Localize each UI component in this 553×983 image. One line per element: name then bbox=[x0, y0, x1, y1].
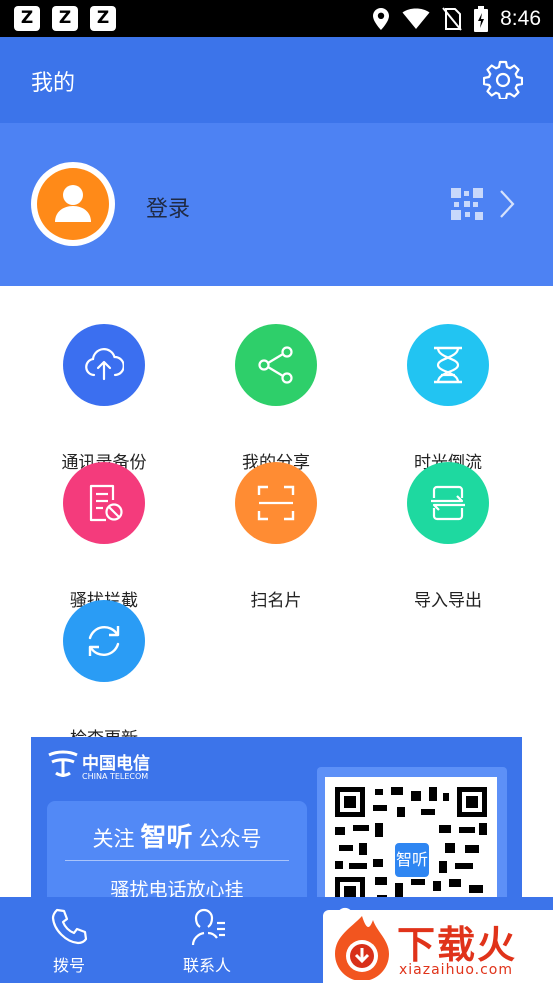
hourglass-icon bbox=[434, 346, 462, 384]
feature-time-rewind[interactable]: 时光倒流 bbox=[362, 324, 534, 473]
flame-logo-icon bbox=[335, 916, 389, 980]
feature-spam-block[interactable]: 骚扰拦截 bbox=[18, 462, 190, 611]
feature-contacts-backup[interactable]: 通讯录备份 bbox=[18, 324, 190, 473]
feature-scan-card[interactable]: 扫名片 bbox=[190, 462, 362, 611]
promo-follow: 关注 bbox=[92, 827, 135, 851]
watermark-text: 下载火 bbox=[397, 923, 518, 967]
promo-text-box: 关注 智听 公众号 骚扰电话放心挂 bbox=[47, 801, 307, 897]
qr-code-icon[interactable] bbox=[451, 188, 483, 220]
phone-icon bbox=[51, 908, 88, 945]
z-notification-icon: Z bbox=[90, 6, 116, 31]
qr-code-frame: 智听 bbox=[317, 767, 507, 897]
z-notification-icon: Z bbox=[52, 6, 78, 31]
avatar[interactable] bbox=[31, 162, 115, 246]
feature-import-export[interactable]: 导入导出 bbox=[362, 462, 534, 611]
clock: 8:46 bbox=[500, 7, 541, 30]
page-title: 我的 bbox=[31, 71, 76, 96]
share-icon bbox=[258, 346, 293, 384]
promo-banner[interactable]: 中国电信 CHINA TELECOM 关注 智听 公众号 骚扰电话放心挂 智听 bbox=[31, 737, 522, 897]
qr-center-logo: 智听 bbox=[393, 841, 431, 879]
location-icon bbox=[373, 8, 390, 30]
z-notification-icon: Z bbox=[14, 6, 40, 31]
nav-label: 联系人 bbox=[182, 956, 231, 975]
gear-icon[interactable] bbox=[483, 59, 523, 99]
promo-headline: 关注 智听 公众号 bbox=[47, 817, 307, 854]
promo-account: 公众号 bbox=[198, 827, 262, 851]
telecom-logo-icon bbox=[48, 750, 78, 777]
feature-icon-circle[interactable] bbox=[407, 462, 489, 544]
feature-label: 扫名片 bbox=[250, 591, 302, 611]
feature-label: 导入导出 bbox=[414, 591, 482, 611]
feature-icon-circle[interactable] bbox=[63, 600, 145, 682]
feature-icon-circle[interactable] bbox=[235, 462, 317, 544]
user-icon bbox=[55, 185, 91, 222]
china-telecom-logo: 中国电信 CHINA TELECOM bbox=[46, 747, 150, 785]
notification-icons: Z Z Z bbox=[14, 6, 116, 31]
promo-subline: 骚扰电话放心挂 bbox=[110, 879, 244, 897]
divider bbox=[65, 860, 289, 861]
brand-en: CHINA TELECOM bbox=[82, 772, 149, 781]
nav-label: 拨号 bbox=[52, 956, 85, 975]
app-bar: 我的 bbox=[0, 37, 553, 123]
feature-icon-circle[interactable] bbox=[407, 324, 489, 406]
feature-my-share[interactable]: 我的分享 bbox=[190, 324, 362, 473]
cloud-upload-icon bbox=[85, 348, 124, 381]
feature-icon-circle[interactable] bbox=[63, 324, 145, 406]
brand-cn: 中国电信 bbox=[82, 754, 150, 774]
chevron-right-icon[interactable] bbox=[498, 189, 516, 219]
nav-dialer[interactable]: 拨号 bbox=[0, 897, 138, 983]
scan-frame-icon bbox=[257, 485, 295, 521]
import-export-icon bbox=[431, 485, 465, 521]
status-bar: Z Z Z 8:46 bbox=[0, 0, 553, 37]
feature-icon-circle[interactable] bbox=[235, 324, 317, 406]
nav-contacts[interactable]: 联系人 bbox=[138, 897, 276, 983]
feature-check-update[interactable]: 检查更新 bbox=[18, 600, 190, 749]
login-label[interactable]: 登录 bbox=[146, 191, 190, 223]
feature-grid: 通讯录备份 我的分享 时光倒流 bbox=[0, 286, 553, 749]
block-document-icon bbox=[89, 484, 123, 522]
watermark-url: xiazaihuo.com bbox=[399, 962, 513, 978]
no-sim-icon bbox=[442, 7, 462, 31]
profile-header[interactable]: 登录 bbox=[0, 123, 553, 286]
qr-code-image: 智听 bbox=[325, 777, 497, 897]
refresh-icon bbox=[88, 625, 120, 657]
battery-charging-icon bbox=[474, 6, 489, 32]
wifi-icon bbox=[402, 8, 430, 29]
feature-icon-circle[interactable] bbox=[63, 462, 145, 544]
watermark: 下载火 xiazaihuo.com bbox=[323, 910, 553, 983]
contacts-icon bbox=[191, 908, 225, 946]
promo-brand: 智听 bbox=[140, 823, 193, 853]
system-icons: 8:46 bbox=[372, 4, 541, 34]
